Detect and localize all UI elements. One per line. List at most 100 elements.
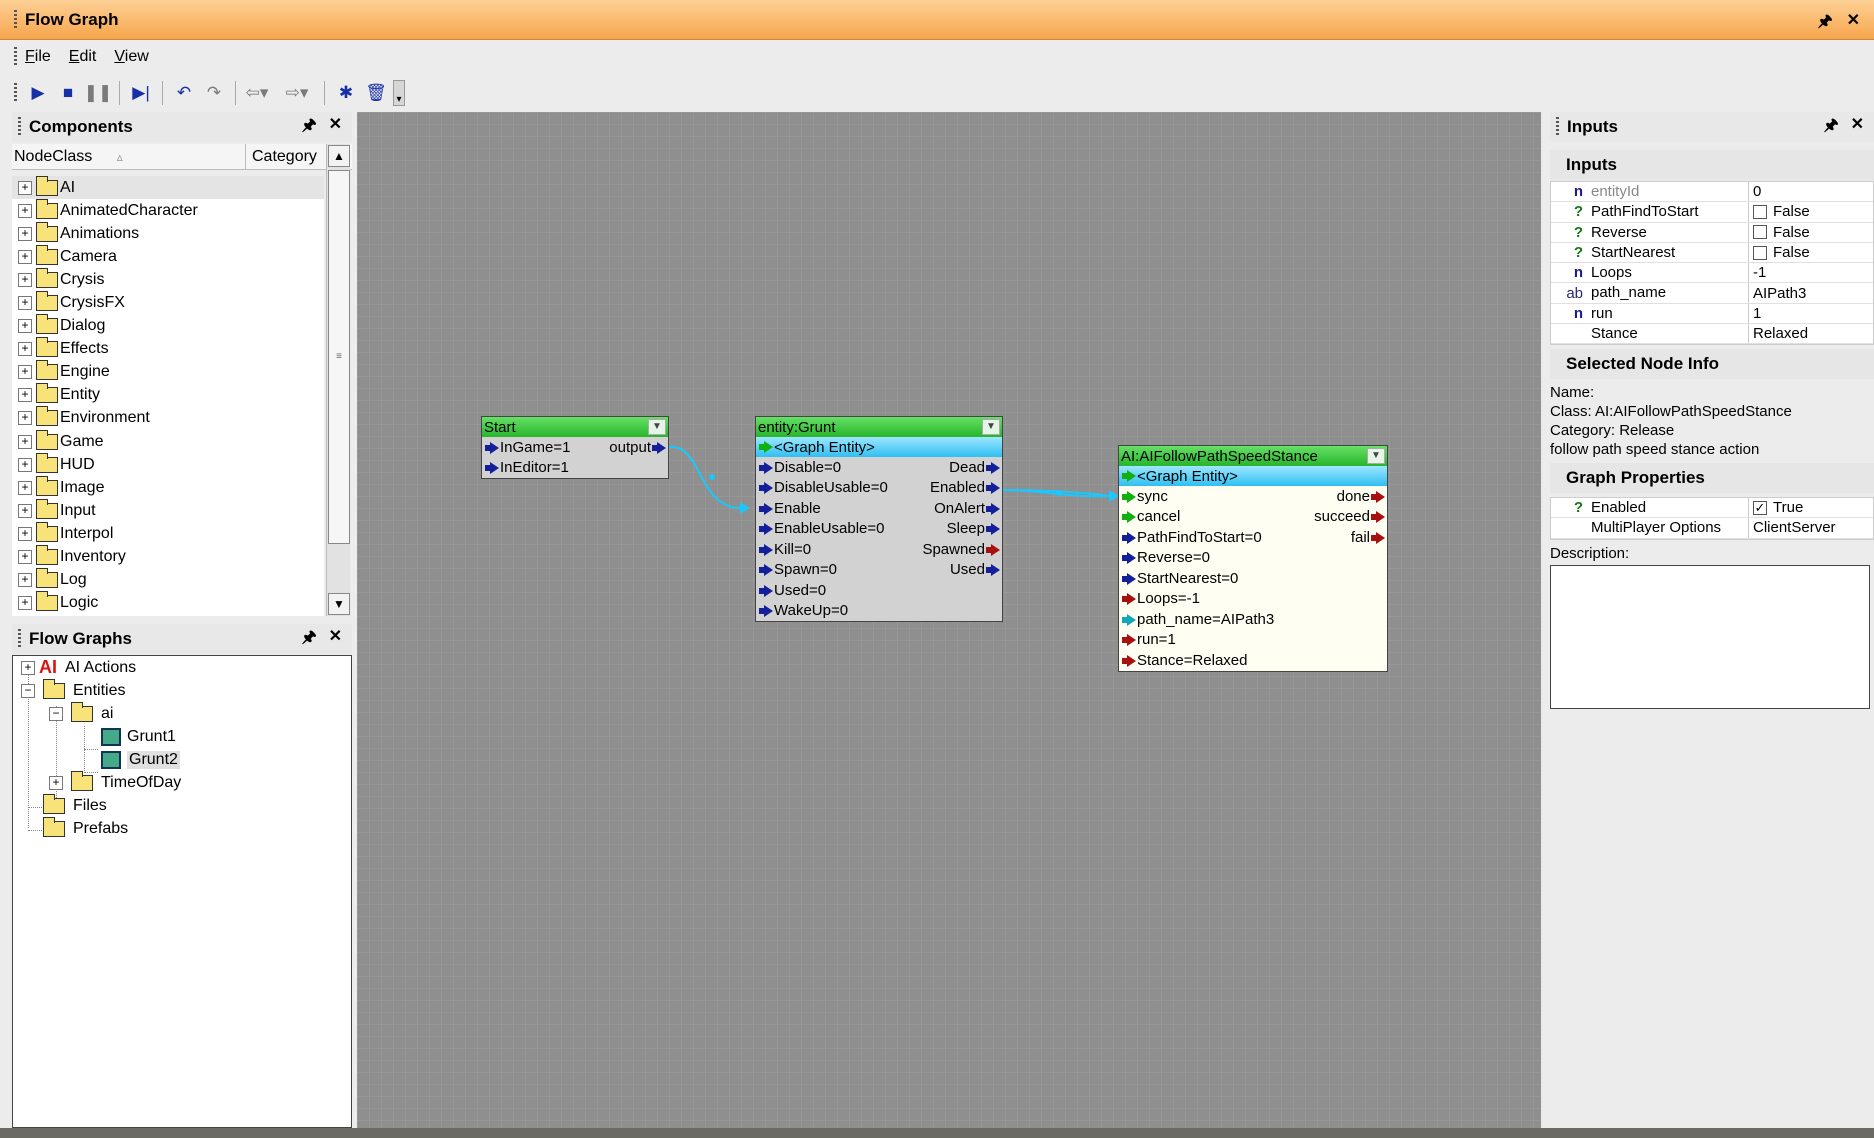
node-entity-port[interactable]: <Graph Entity> [1119, 466, 1387, 486]
expand-icon[interactable]: + [18, 434, 32, 449]
tree-item-ai-actions[interactable]: + AI AI Actions [21, 656, 136, 679]
close-icon[interactable]: ✕ [1847, 10, 1860, 37]
property-row[interactable]: ? StartNearest False [1551, 242, 1873, 264]
scroll-down-icon[interactable]: ▼ [328, 593, 350, 615]
collapse-icon[interactable]: − [21, 683, 35, 698]
menu-file[interactable]: File [25, 48, 51, 66]
component-item[interactable]: + CrysisFX [12, 291, 324, 314]
property-row[interactable]: ? Enabled ✓ True [1551, 498, 1873, 519]
back-icon[interactable]: ⇦▾ [244, 80, 270, 106]
node-title[interactable]: AI:AIFollowPathSpeedStance ▼ [1119, 446, 1387, 466]
pin-icon[interactable]: 🖈︎ [302, 114, 317, 141]
tree-item-prefabs[interactable]: Prefabs [43, 816, 128, 840]
input-port[interactable]: InEditor=1 [484, 459, 569, 476]
pin-icon[interactable]: 🖈︎ [1824, 114, 1839, 141]
collapse-icon[interactable]: − [49, 706, 63, 721]
expand-icon[interactable]: + [18, 596, 32, 611]
expand-icon[interactable]: + [18, 526, 32, 541]
pin-icon[interactable]: 🖈︎ [302, 626, 317, 653]
property-value[interactable]: ✓ True [1749, 499, 1803, 516]
node-ai-followpath[interactable]: AI:AIFollowPathSpeedStance ▼ <Graph Entit… [1118, 445, 1388, 672]
output-port[interactable]: output [609, 439, 666, 456]
component-item[interactable]: + Interpol [12, 521, 324, 545]
input-port[interactable]: Kill=0 [758, 541, 811, 558]
input-port[interactable]: Reverse=0 [1121, 549, 1210, 566]
property-value[interactable]: False [1749, 244, 1810, 261]
node-title[interactable]: entity:Grunt ▼ [756, 417, 1002, 437]
dropdown-icon[interactable]: ▼ [648, 419, 666, 435]
node-start[interactable]: Start ▼ InGame=1 output InEditor=1 [481, 416, 669, 479]
input-port[interactable]: InGame=1 [484, 439, 570, 456]
expand-icon[interactable]: + [18, 296, 32, 311]
node-title[interactable]: Start ▼ [482, 417, 668, 437]
output-port[interactable]: OnAlert [934, 500, 1000, 517]
component-item[interactable]: + Inventory [12, 545, 324, 569]
section-selected-node-info[interactable]: Selected Node Info [1550, 349, 1874, 379]
grip-handle[interactable] [14, 9, 17, 30]
node-entity-grunt[interactable]: entity:Grunt ▼ <Graph Entity> Disable=0 De… [755, 416, 1003, 622]
tree-item-entities[interactable]: − Entities [21, 678, 125, 702]
input-port[interactable]: Loops=-1 [1121, 590, 1200, 607]
component-item[interactable]: + Effects [12, 337, 324, 361]
component-item[interactable]: + Entity [12, 383, 324, 407]
output-port[interactable]: Sleep [947, 520, 1000, 537]
tree-item-files[interactable]: Files [43, 793, 107, 817]
checkbox[interactable]: ✓ [1753, 500, 1767, 515]
stop-icon[interactable]: ■ [55, 80, 81, 106]
close-icon[interactable]: ✕ [329, 626, 342, 653]
property-row[interactable]: ? PathFindToStart False [1551, 202, 1873, 223]
component-item[interactable]: + Input [12, 498, 324, 522]
component-item[interactable]: + Log [12, 568, 324, 592]
expand-icon[interactable]: + [18, 180, 32, 195]
property-value[interactable]: False [1749, 224, 1810, 241]
expand-icon[interactable]: + [18, 226, 32, 241]
output-port[interactable]: Dead [949, 459, 1000, 476]
pin-icon[interactable]: 🖈︎ [1818, 10, 1833, 37]
graph-canvas[interactable]: Start ▼ InGame=1 output InEditor=1 entity… [357, 112, 1541, 1128]
pause-icon[interactable]: ❚❚ [84, 80, 113, 106]
property-row[interactable]: n Loops -1 [1551, 263, 1873, 284]
tree-item-ai-folder[interactable]: − ai [49, 701, 113, 725]
expand-icon[interactable]: + [18, 503, 32, 518]
input-port[interactable]: Enable [758, 500, 821, 517]
input-port[interactable]: sync [1121, 488, 1168, 505]
output-port[interactable]: Enabled [930, 479, 1000, 496]
output-port[interactable]: succeed [1314, 508, 1385, 525]
column-nodeclass[interactable]: NodeClass ▵ [12, 144, 246, 169]
expand-icon[interactable]: + [18, 342, 32, 357]
input-port[interactable]: WakeUp=0 [758, 602, 848, 619]
property-value[interactable]: 0 [1749, 183, 1761, 200]
expand-icon[interactable]: + [49, 775, 63, 790]
expand-icon[interactable]: + [18, 272, 32, 287]
input-port[interactable]: Used=0 [758, 582, 826, 599]
expand-icon[interactable]: + [18, 550, 32, 565]
input-port[interactable]: cancel [1121, 508, 1180, 525]
property-value[interactable]: -1 [1749, 264, 1766, 281]
input-port[interactable]: DisableUsable=0 [758, 479, 888, 496]
output-port[interactable]: done [1337, 488, 1385, 505]
expand-icon[interactable]: + [18, 411, 32, 426]
input-port[interactable]: PathFindToStart=0 [1121, 529, 1262, 546]
property-value[interactable]: Relaxed [1749, 325, 1808, 342]
expand-icon[interactable]: + [18, 457, 32, 472]
node-entity-port[interactable]: <Graph Entity> [756, 437, 1002, 457]
input-port[interactable]: StartNearest=0 [1121, 570, 1238, 587]
link-start-to-grunt[interactable] [667, 445, 741, 509]
link-handle[interactable] [1056, 490, 1062, 496]
toolbar-overflow-icon[interactable]: ▾ [393, 80, 405, 106]
close-icon[interactable]: ✕ [329, 114, 342, 141]
section-graph-properties[interactable]: Graph Properties [1550, 463, 1874, 493]
component-item[interactable]: + Game [12, 429, 324, 453]
section-inputs[interactable]: Inputs [1550, 150, 1874, 180]
close-icon[interactable]: ✕ [1851, 114, 1864, 141]
property-value[interactable]: AIPath3 [1749, 285, 1806, 302]
tree-item-grunt1[interactable]: Grunt1 [101, 725, 176, 748]
link-handle[interactable] [709, 474, 715, 480]
description-box[interactable] [1550, 565, 1870, 709]
input-port[interactable]: path_name=AIPath3 [1121, 611, 1274, 628]
output-port[interactable]: Used [950, 561, 1000, 578]
property-row[interactable]: ? Reverse False [1551, 222, 1873, 243]
property-value[interactable]: False [1749, 203, 1810, 220]
checkbox[interactable] [1753, 204, 1767, 219]
tree-item-timeofday[interactable]: + TimeOfDay [49, 770, 181, 794]
